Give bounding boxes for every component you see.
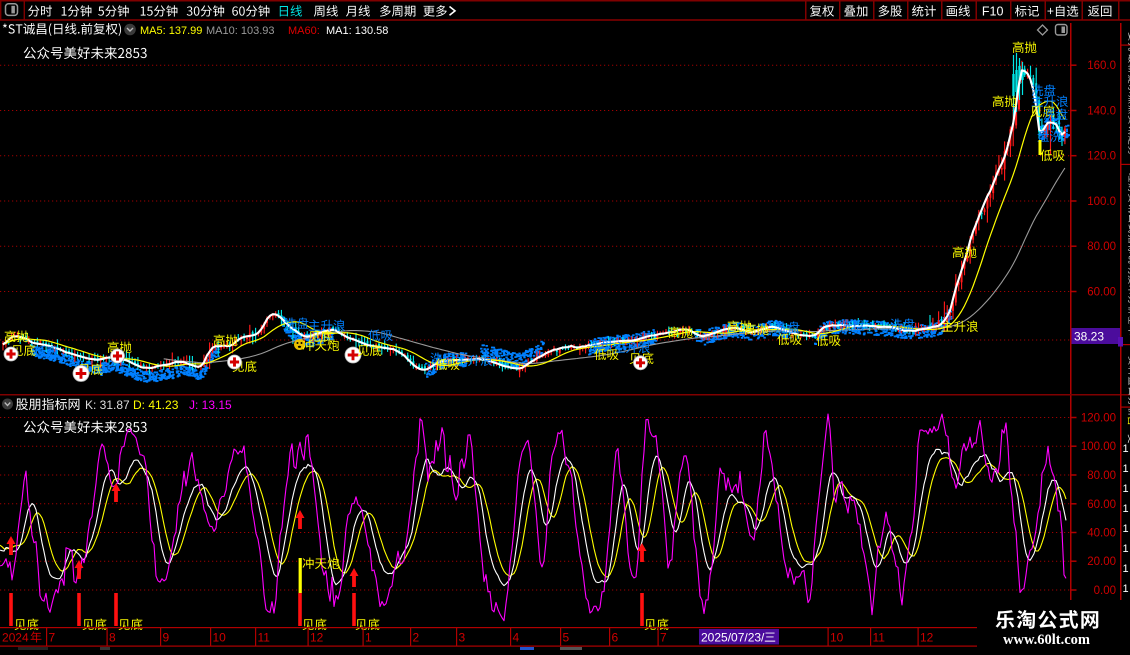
svg-text:12: 12 <box>310 631 324 645</box>
svg-text:80.00: 80.00 <box>1087 241 1116 253</box>
svg-text:40.00: 40.00 <box>1087 528 1116 540</box>
svg-text:F10: F10 <box>982 5 1004 19</box>
svg-text:1: 1 <box>1123 503 1129 515</box>
svg-text:7: 7 <box>660 631 667 645</box>
svg-text:60.00: 60.00 <box>1087 287 1116 299</box>
svg-text:MA10: 103.93: MA10: 103.93 <box>206 25 275 37</box>
svg-text:60.00: 60.00 <box>1087 499 1116 511</box>
svg-text:www.60lt.com: www.60lt.com <box>1003 632 1090 648</box>
svg-text:0.00: 0.00 <box>1094 585 1116 597</box>
svg-text:MA5: 137.99: MA5: 137.99 <box>140 25 202 37</box>
svg-text:8: 8 <box>109 631 116 645</box>
svg-text:1: 1 <box>1123 563 1129 575</box>
svg-text:K: 31.87: K: 31.87 <box>85 398 130 412</box>
svg-text:J: 13.15: J: 13.15 <box>189 398 232 412</box>
svg-text:11: 11 <box>258 631 271 645</box>
svg-text:12: 12 <box>920 631 934 645</box>
svg-text:140.0: 140.0 <box>1087 106 1116 118</box>
svg-text:3: 3 <box>459 631 466 645</box>
svg-text:1: 1 <box>365 631 372 645</box>
svg-text:100.0: 100.0 <box>1087 196 1116 208</box>
svg-text:5: 5 <box>563 631 570 645</box>
svg-text:1: 1 <box>1123 583 1129 595</box>
svg-text:160.0: 160.0 <box>1087 60 1116 72</box>
svg-text:38.23: 38.23 <box>1074 330 1104 344</box>
svg-text:1: 1 <box>1123 523 1129 535</box>
svg-text:1: 1 <box>1123 483 1129 495</box>
svg-text:100.00: 100.00 <box>1081 441 1116 453</box>
svg-text:MA60:: MA60: <box>288 25 320 37</box>
svg-text:9: 9 <box>163 631 170 645</box>
svg-text:2: 2 <box>413 631 420 645</box>
svg-text:10: 10 <box>830 631 844 645</box>
svg-text:80.00: 80.00 <box>1087 470 1116 482</box>
svg-text:1: 1 <box>1123 463 1129 475</box>
svg-text:1: 1 <box>1123 443 1129 455</box>
svg-text:11: 11 <box>873 631 886 645</box>
svg-text:D: 41.23: D: 41.23 <box>133 398 179 412</box>
svg-text:4: 4 <box>513 631 520 645</box>
svg-text:120.0: 120.0 <box>1087 151 1116 163</box>
svg-text:1: 1 <box>1123 543 1129 555</box>
svg-text:MA1: 130.58: MA1: 130.58 <box>326 25 388 37</box>
svg-text:7: 7 <box>49 631 56 645</box>
svg-text:6: 6 <box>612 631 619 645</box>
svg-text:120.00: 120.00 <box>1081 413 1116 425</box>
svg-text:20.00: 20.00 <box>1087 556 1116 568</box>
svg-text:2025/07/23/: 2025/07/23/ <box>701 631 765 645</box>
svg-text:10: 10 <box>213 631 227 645</box>
